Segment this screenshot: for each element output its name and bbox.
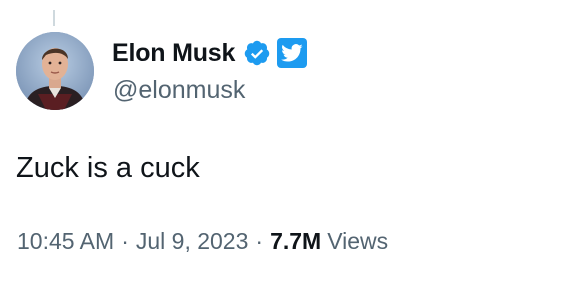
- meta-separator: ·: [255, 228, 264, 254]
- meta-separator: ·: [121, 228, 129, 254]
- verified-badge-icon[interactable]: [243, 39, 271, 67]
- twitter-logo-icon[interactable]: [277, 38, 308, 68]
- views-label: Views: [327, 228, 389, 254]
- tweet-time[interactable]: 10:45 AM: [17, 228, 114, 255]
- profile-photo-icon: [16, 32, 94, 110]
- views-count[interactable]: 7.7M: [270, 228, 321, 255]
- thread-connector-line: [53, 10, 55, 26]
- author-name-row: Elon Musk: [112, 36, 308, 70]
- avatar[interactable]: [16, 32, 94, 110]
- author-handle[interactable]: @elonmusk: [113, 76, 245, 105]
- tweet-text: Zuck is a cuck: [16, 152, 200, 184]
- tweet-date[interactable]: Jul 9, 2023: [136, 228, 249, 255]
- tweet-meta: 10:45 AM · Jul 9, 2023 · 7.7M Views: [17, 228, 388, 255]
- author-display-name[interactable]: Elon Musk: [112, 39, 235, 68]
